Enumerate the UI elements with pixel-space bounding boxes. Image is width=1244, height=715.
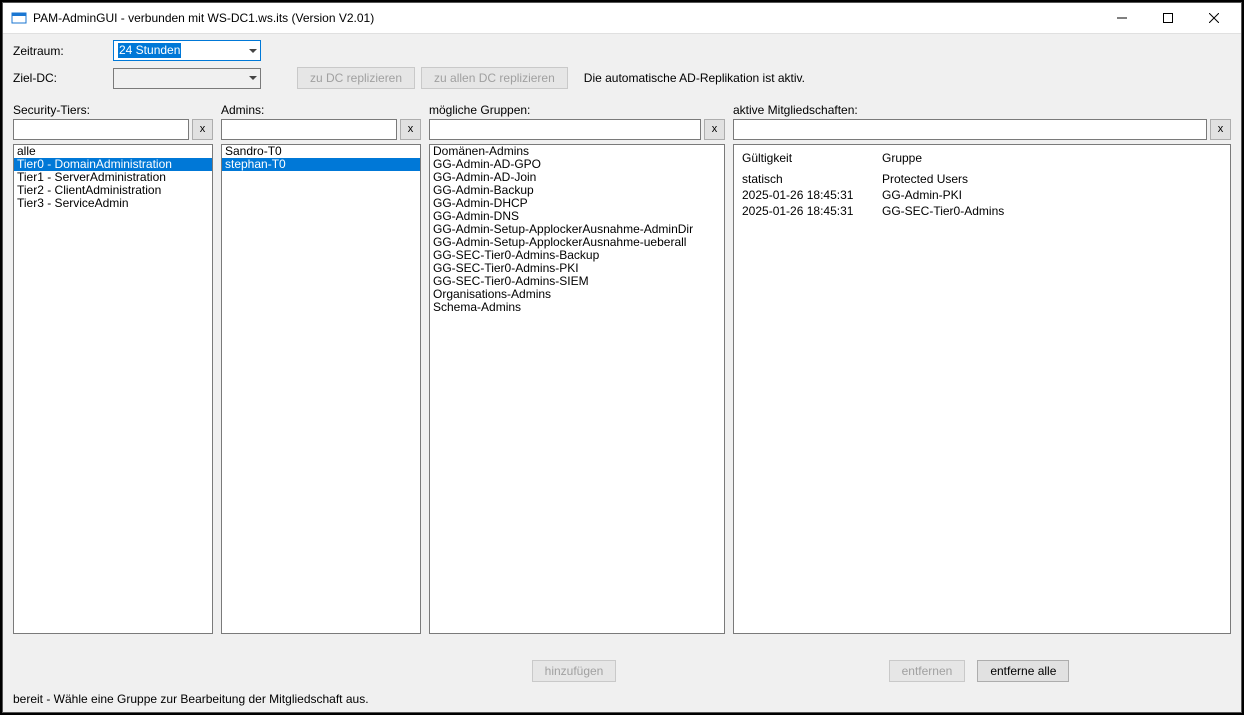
chevron-down-icon (249, 49, 257, 53)
admins-listbox[interactable]: Sandro-T0stephan-T0 (221, 144, 421, 634)
admins-header: Admins: (221, 103, 421, 117)
tiers-listbox[interactable]: alleTier0 - DomainAdministrationTier1 - … (13, 144, 213, 634)
remove-all-button[interactable]: entferne alle (977, 660, 1069, 682)
zieldc-label: Ziel-DC: (13, 71, 113, 85)
active-header: aktive Mitgliedschaften: (733, 103, 1231, 117)
client-area: Zeitraum: 24 Stunden Ziel-DC: zu DC repl… (3, 33, 1241, 712)
membership-validity: 2025-01-26 18:45:31 (740, 187, 880, 203)
replication-status: Die automatische AD-Replikation ist akti… (584, 71, 805, 85)
groups-listbox[interactable]: Domänen-AdminsGG-Admin-AD-GPOGG-Admin-AD… (429, 144, 725, 634)
zieldc-combobox[interactable] (113, 68, 261, 89)
active-filter-clear[interactable]: x (1210, 119, 1231, 140)
maximize-button[interactable] (1145, 3, 1191, 33)
add-button[interactable]: hinzufügen (532, 660, 617, 682)
table-row[interactable]: 2025-01-26 18:45:31GG-SEC-Tier0-Admins (740, 203, 1224, 219)
membership-validity: 2025-01-26 18:45:31 (740, 203, 880, 219)
replicate-one-button[interactable]: zu DC replizieren (297, 67, 415, 89)
table-row[interactable]: statischProtected Users (740, 171, 1224, 187)
close-button[interactable] (1191, 3, 1237, 33)
table-row[interactable]: 2025-01-26 18:45:31GG-Admin-PKI (740, 187, 1224, 203)
admins-filter-input[interactable] (221, 119, 397, 140)
membership-validity: statisch (740, 171, 880, 187)
memberships-panel: Gültigkeit Gruppe statischProtected User… (733, 144, 1231, 634)
admins-filter-clear[interactable]: x (400, 119, 421, 140)
membership-group: GG-Admin-PKI (880, 187, 1224, 203)
chevron-down-icon (249, 76, 257, 80)
tiers-filter-clear[interactable]: x (192, 119, 213, 140)
app-window: PAM-AdminGUI - verbunden mit WS-DC1.ws.i… (2, 2, 1242, 713)
zeitraum-label: Zeitraum: (13, 44, 113, 58)
list-item[interactable]: Tier3 - ServiceAdmin (14, 197, 212, 210)
membership-group: Protected Users (880, 171, 1224, 187)
groups-filter-clear[interactable]: x (704, 119, 725, 140)
list-item[interactable]: Schema-Admins (430, 301, 724, 314)
tiers-filter-input[interactable] (13, 119, 189, 140)
groups-filter-input[interactable] (429, 119, 701, 140)
window-title: PAM-AdminGUI - verbunden mit WS-DC1.ws.i… (33, 11, 1099, 25)
replicate-all-button[interactable]: zu allen DC replizieren (421, 67, 568, 89)
status-bar: bereit - Wähle eine Gruppe zur Bearbeitu… (13, 688, 1231, 708)
active-filter-input[interactable] (733, 119, 1207, 140)
app-icon (11, 10, 27, 26)
tiers-header: Security-Tiers: (13, 103, 213, 117)
memberships-col-validity: Gültigkeit (740, 149, 880, 171)
minimize-button[interactable] (1099, 3, 1145, 33)
titlebar: PAM-AdminGUI - verbunden mit WS-DC1.ws.i… (3, 3, 1241, 33)
memberships-col-group: Gruppe (880, 149, 1224, 171)
zeitraum-combobox[interactable]: 24 Stunden (113, 40, 261, 61)
list-item[interactable]: stephan-T0 (222, 158, 420, 171)
membership-group: GG-SEC-Tier0-Admins (880, 203, 1224, 219)
groups-header: mögliche Gruppen: (429, 103, 725, 117)
remove-button[interactable]: entfernen (889, 660, 966, 682)
zeitraum-value: 24 Stunden (118, 43, 181, 58)
